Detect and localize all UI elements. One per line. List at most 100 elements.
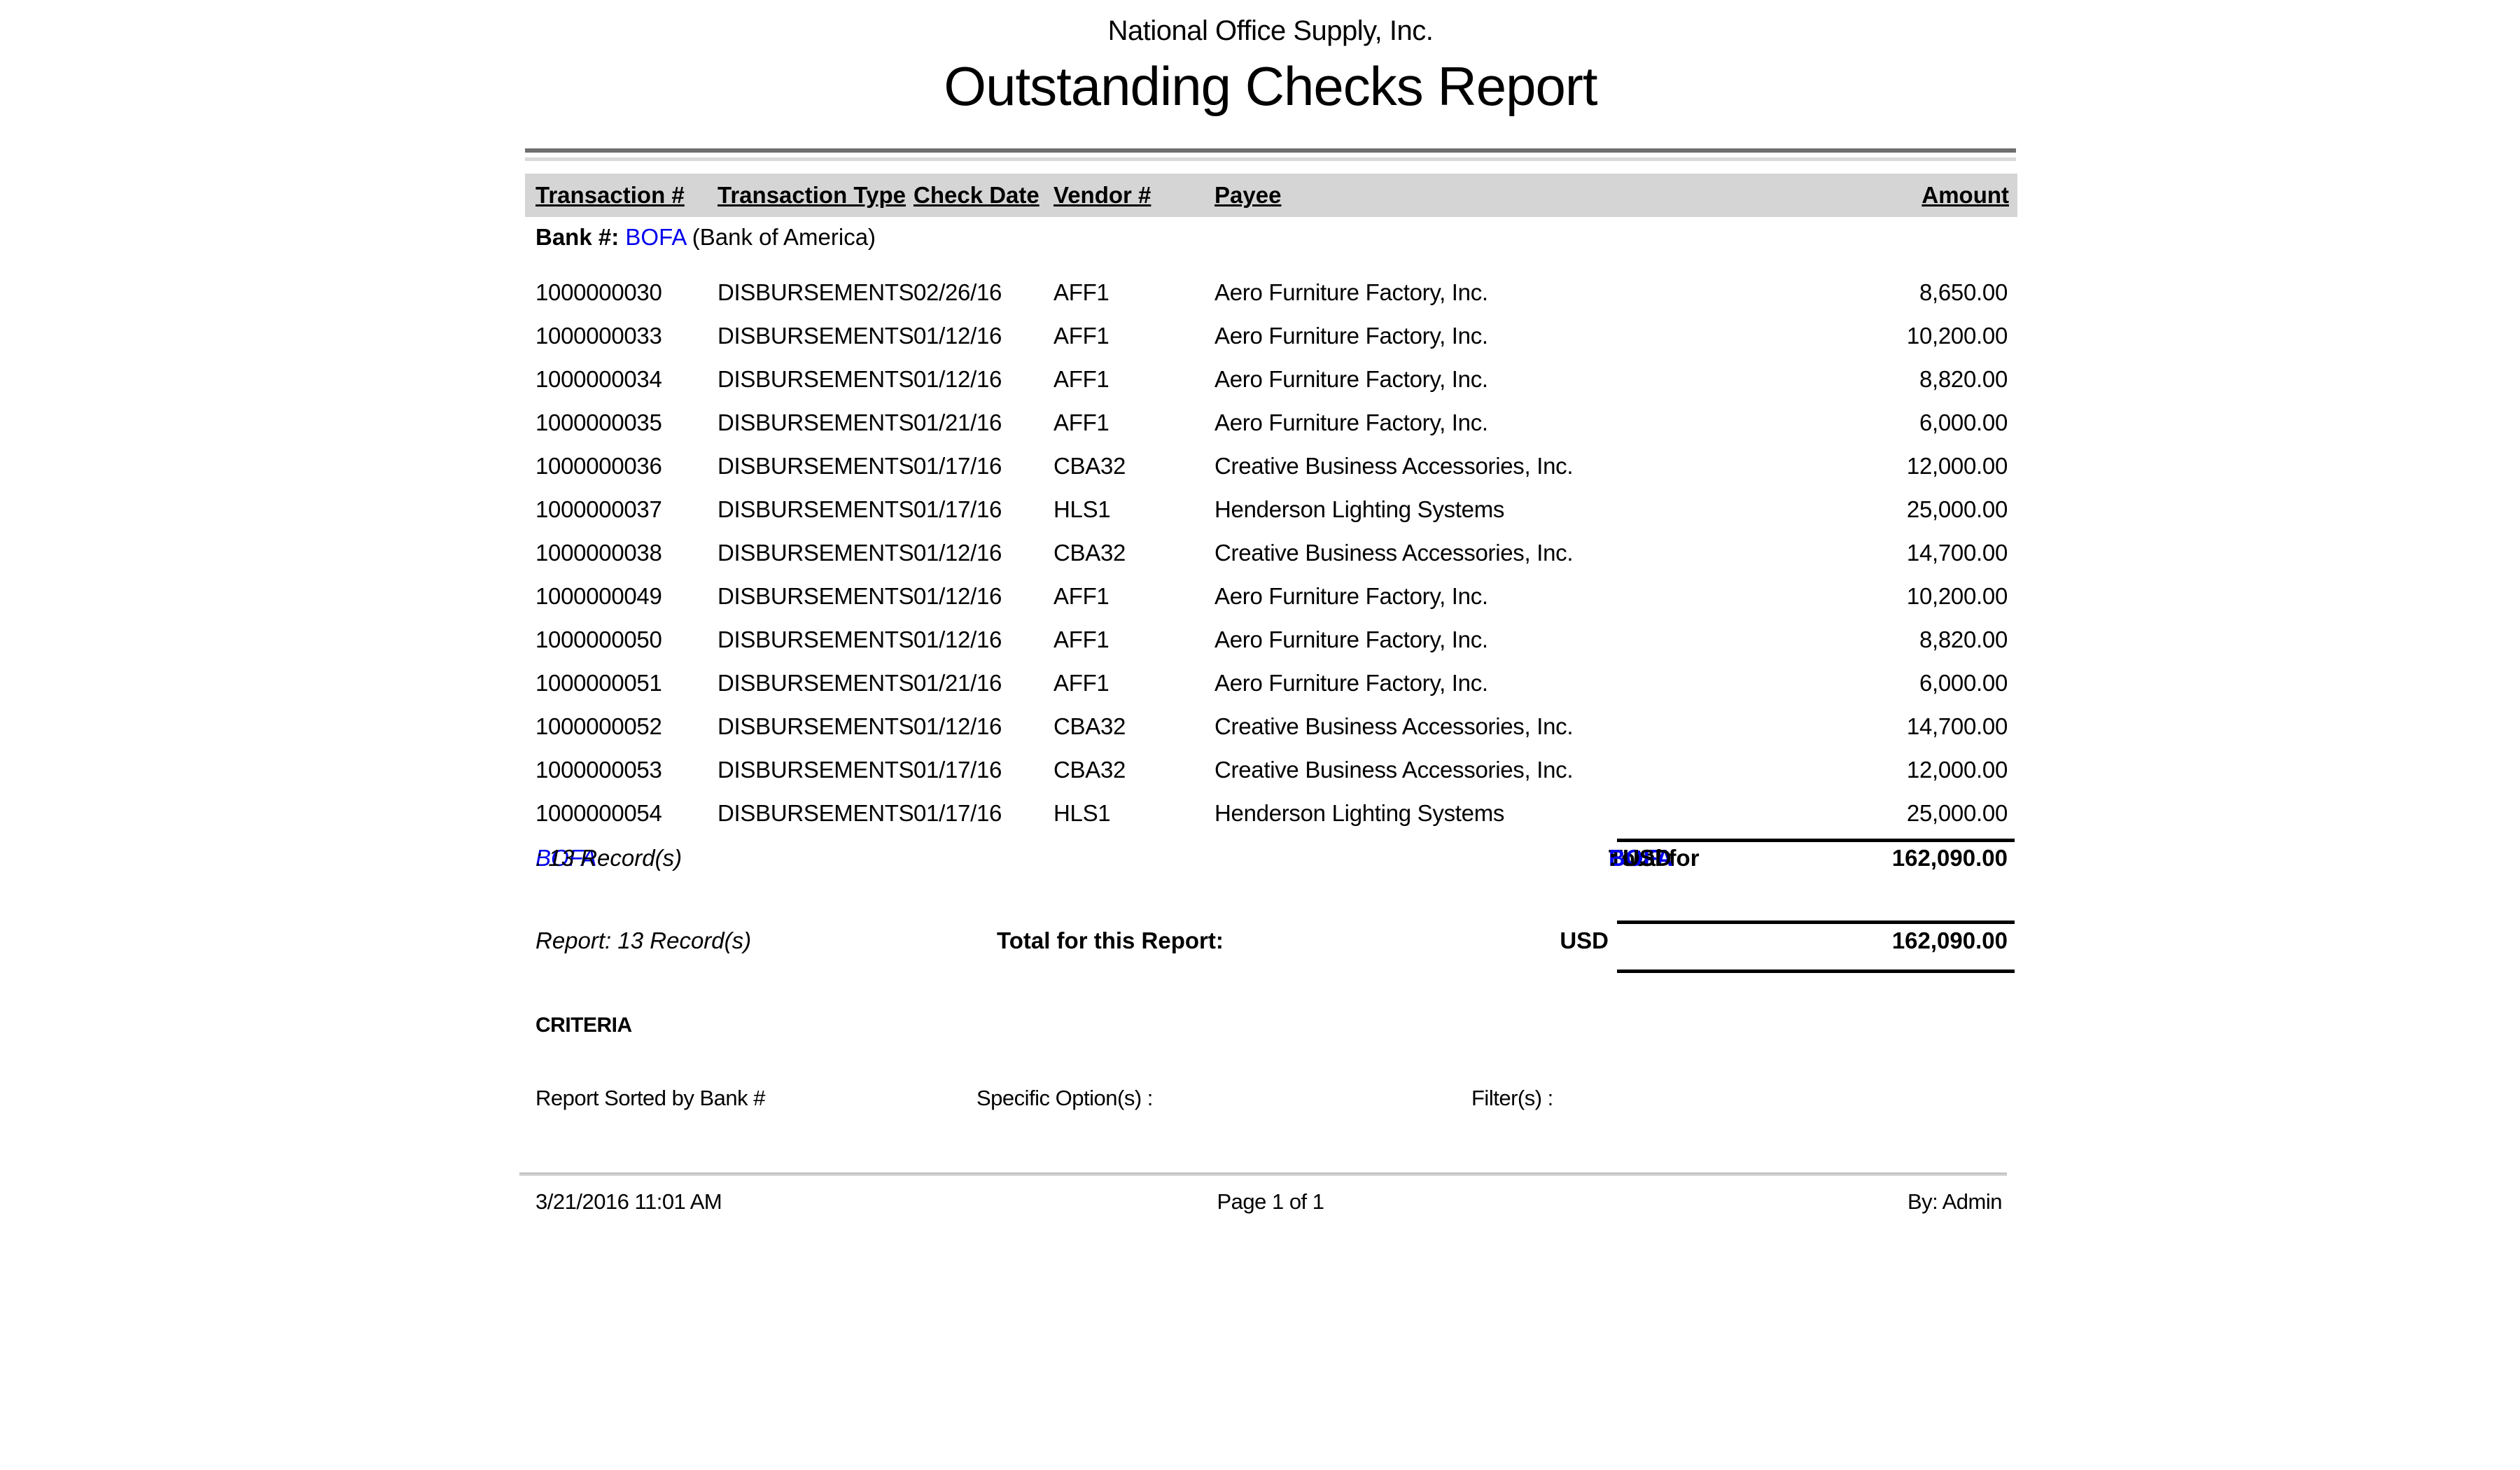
cell-payee: Creative Business Accessories, Inc. bbox=[1214, 748, 1573, 792]
cell-amount: 12,000.00 bbox=[1907, 444, 2008, 488]
cell-payee: Henderson Lighting Systems bbox=[1214, 792, 1504, 835]
cell-date: 01/12/16 bbox=[913, 358, 1002, 401]
cell-type: DISBURSEMENTS bbox=[718, 618, 913, 662]
table-row: 1000000034 DISBURSEMENTS 01/12/16 AFF1 A… bbox=[525, 358, 2016, 401]
cell-transaction: 1000000030 bbox=[536, 271, 662, 314]
cell-type: DISBURSEMENTS bbox=[718, 358, 913, 401]
criteria-options-label: Specific Option(s) : bbox=[976, 1084, 1153, 1113]
cell-payee: Aero Furniture Factory, Inc. bbox=[1214, 401, 1488, 444]
cell-vendor: AFF1 bbox=[1054, 271, 1109, 314]
table-row: 1000000051 DISBURSEMENTS 01/21/16 AFF1 A… bbox=[525, 662, 2016, 705]
cell-vendor: AFF1 bbox=[1054, 575, 1109, 618]
column-header-check-date[interactable]: Check Date bbox=[913, 174, 1040, 217]
cell-type: DISBURSEMENTS bbox=[718, 705, 913, 748]
column-header-payee[interactable]: Payee bbox=[1214, 174, 1281, 217]
report-page: National Office Supply, Inc. Outstanding… bbox=[0, 0, 2520, 1470]
cell-vendor: CBA32 bbox=[1054, 531, 1126, 575]
cell-type: DISBURSEMENTS bbox=[718, 748, 913, 792]
title-rule-light bbox=[525, 158, 2016, 161]
bank-code-link[interactable]: BOFA bbox=[625, 224, 685, 250]
cell-payee: Aero Furniture Factory, Inc. bbox=[1214, 575, 1488, 618]
page-title: Outstanding Checks Report bbox=[525, 55, 2016, 118]
criteria-sort: Report Sorted by Bank # bbox=[536, 1084, 765, 1113]
table-header-row: Transaction # Transaction Type Check Dat… bbox=[525, 174, 2017, 217]
footer-printed-by: By: Admin bbox=[1907, 1187, 2002, 1217]
outstanding-checks-report: National Office Supply, Inc. Outstanding… bbox=[525, 0, 2016, 1470]
cell-amount: 8,650.00 bbox=[1919, 271, 2008, 314]
cell-type: DISBURSEMENTS bbox=[718, 531, 913, 575]
cell-date: 01/12/16 bbox=[913, 618, 1002, 662]
cell-transaction: 1000000054 bbox=[536, 792, 662, 835]
cell-vendor: AFF1 bbox=[1054, 618, 1109, 662]
report-total-currency: USD bbox=[1560, 923, 1609, 959]
column-header-transaction-type[interactable]: Transaction Type bbox=[718, 174, 906, 217]
cell-vendor: AFF1 bbox=[1054, 662, 1109, 705]
table-row: 1000000033 DISBURSEMENTS 01/12/16 AFF1 A… bbox=[525, 314, 2016, 358]
table-row: 1000000053 DISBURSEMENTS 01/17/16 CBA32 … bbox=[525, 748, 2016, 792]
column-header-vendor-number[interactable]: Vendor # bbox=[1054, 174, 1151, 217]
cell-transaction: 1000000036 bbox=[536, 444, 662, 488]
column-header-transaction-number[interactable]: Transaction # bbox=[536, 174, 685, 217]
cell-payee: Creative Business Accessories, Inc. bbox=[1214, 705, 1573, 748]
cell-payee: Aero Furniture Factory, Inc. bbox=[1214, 618, 1488, 662]
cell-payee: Aero Furniture Factory, Inc. bbox=[1214, 314, 1488, 358]
table-row: 1000000035 DISBURSEMENTS 01/21/16 AFF1 A… bbox=[525, 401, 2016, 444]
footer-row: 3/21/2016 11:01 AM Page 1 of 1 By: Admin bbox=[525, 1187, 2016, 1217]
bank-total-row: BOFA: 13 Record(s) Total for BOFA: USD 1… bbox=[525, 840, 2016, 876]
cell-transaction: 1000000053 bbox=[536, 748, 662, 792]
cell-vendor: AFF1 bbox=[1054, 358, 1109, 401]
report-total-amount: 162,090.00 bbox=[1892, 923, 2008, 959]
cell-amount: 10,200.00 bbox=[1907, 314, 2008, 358]
cell-amount: 14,700.00 bbox=[1907, 531, 2008, 575]
cell-type: DISBURSEMENTS bbox=[718, 575, 913, 618]
table-row: 1000000030 DISBURSEMENTS 02/26/16 AFF1 A… bbox=[525, 271, 2016, 314]
table-row: 1000000050 DISBURSEMENTS 01/12/16 AFF1 A… bbox=[525, 618, 2016, 662]
cell-transaction: 1000000038 bbox=[536, 531, 662, 575]
cell-vendor: HLS1 bbox=[1054, 488, 1110, 531]
cell-vendor: CBA32 bbox=[1054, 444, 1126, 488]
bank-total-amount: 162,090.00 bbox=[1892, 840, 2008, 876]
cell-type: DISBURSEMENTS bbox=[718, 662, 913, 705]
cell-amount: 8,820.00 bbox=[1919, 618, 2008, 662]
cell-transaction: 1000000049 bbox=[536, 575, 662, 618]
cell-amount: 14,700.00 bbox=[1907, 705, 2008, 748]
cell-transaction: 1000000037 bbox=[536, 488, 662, 531]
cell-date: 01/12/16 bbox=[913, 531, 1002, 575]
column-header-amount[interactable]: Amount bbox=[1921, 174, 2009, 217]
cell-payee: Aero Furniture Factory, Inc. bbox=[1214, 358, 1488, 401]
title-rule-dark bbox=[525, 148, 2016, 153]
criteria-row: Report Sorted by Bank # Specific Option(… bbox=[525, 1084, 2016, 1113]
cell-date: 01/17/16 bbox=[913, 748, 1002, 792]
cell-vendor: CBA32 bbox=[1054, 705, 1126, 748]
cell-amount: 10,200.00 bbox=[1907, 575, 2008, 618]
cell-date: 01/17/16 bbox=[913, 444, 1002, 488]
company-name: National Office Supply, Inc. bbox=[525, 15, 2016, 47]
cell-vendor: CBA32 bbox=[1054, 748, 1126, 792]
cell-transaction: 1000000052 bbox=[536, 705, 662, 748]
cell-date: 01/17/16 bbox=[913, 792, 1002, 835]
cell-amount: 6,000.00 bbox=[1919, 662, 2008, 705]
cell-amount: 25,000.00 bbox=[1907, 488, 2008, 531]
cell-type: DISBURSEMENTS bbox=[718, 271, 913, 314]
table-row: 1000000037 DISBURSEMENTS 01/17/16 HLS1 H… bbox=[525, 488, 2016, 531]
cell-date: 01/12/16 bbox=[913, 575, 1002, 618]
cell-type: DISBURSEMENTS bbox=[718, 488, 913, 531]
cell-amount: 12,000.00 bbox=[1907, 748, 2008, 792]
cell-type: DISBURSEMENTS bbox=[718, 444, 913, 488]
cell-transaction: 1000000033 bbox=[536, 314, 662, 358]
cell-vendor: AFF1 bbox=[1054, 401, 1109, 444]
cell-amount: 6,000.00 bbox=[1919, 401, 2008, 444]
cell-date: 01/17/16 bbox=[913, 488, 1002, 531]
cell-vendor: AFF1 bbox=[1054, 314, 1109, 358]
cell-date: 01/12/16 bbox=[913, 705, 1002, 748]
cell-payee: Henderson Lighting Systems bbox=[1214, 488, 1504, 531]
report-total-rule-bottom bbox=[1617, 969, 2015, 973]
table-row: 1000000054 DISBURSEMENTS 01/17/16 HLS1 H… bbox=[525, 792, 2016, 835]
bank-group-header: Bank #: BOFA (Bank of America) bbox=[536, 220, 876, 255]
report-total-row: Report: 13 Record(s) Total for this Repo… bbox=[525, 923, 2016, 959]
criteria-filters-label: Filter(s) : bbox=[1471, 1084, 1553, 1113]
report-total-label: Total for this Report: bbox=[997, 923, 1224, 959]
cell-date: 02/26/16 bbox=[913, 271, 1002, 314]
cell-type: DISBURSEMENTS bbox=[718, 401, 913, 444]
cell-transaction: 1000000034 bbox=[536, 358, 662, 401]
